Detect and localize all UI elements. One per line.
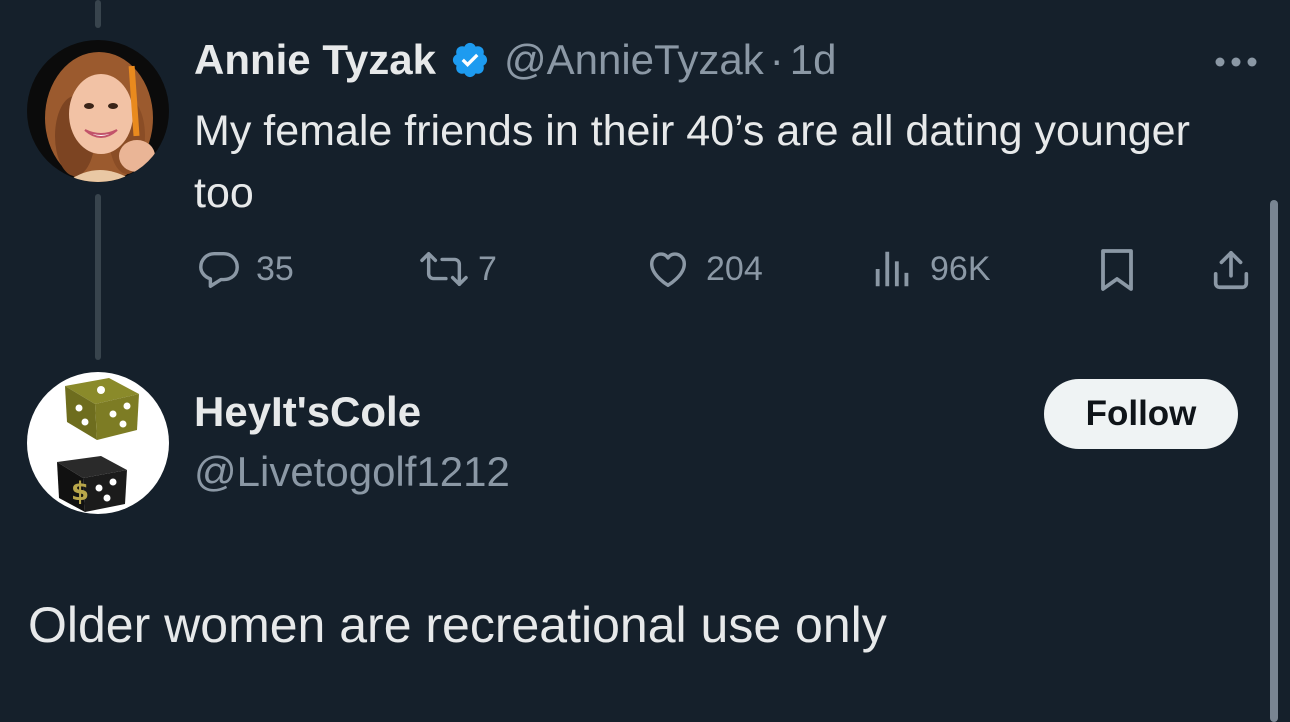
thread-line-top bbox=[95, 0, 101, 28]
reply-author-name[interactable]: HeyIt'sCole bbox=[194, 388, 421, 436]
reply-count: 35 bbox=[256, 249, 294, 288]
separator-dot: · bbox=[769, 36, 784, 83]
reply-text: Older women are recreational use only bbox=[28, 597, 887, 653]
views-button[interactable]: 96K bbox=[870, 246, 991, 292]
follow-button[interactable]: Follow bbox=[1044, 379, 1238, 449]
verified-badge-icon bbox=[450, 40, 490, 80]
retweet-count: 7 bbox=[478, 249, 497, 288]
tweet-actions: 35 7 204 96K bbox=[0, 244, 1290, 300]
heart-icon bbox=[649, 252, 687, 288]
avatar[interactable] bbox=[27, 40, 169, 182]
tweet-text: My female friends in their 40’s are all … bbox=[194, 107, 1190, 217]
views-chart-icon bbox=[875, 251, 909, 287]
reply-author-handle[interactable]: @Livetogolf1212 bbox=[194, 448, 510, 496]
author-avatar-image bbox=[27, 40, 169, 182]
tweet-age[interactable]: 1d bbox=[790, 36, 837, 84]
share-button[interactable] bbox=[1208, 246, 1268, 294]
like-button[interactable]: 204 bbox=[644, 246, 763, 292]
reply-avatar-image: $ bbox=[27, 372, 169, 514]
reply-button[interactable]: 35 bbox=[196, 246, 294, 292]
retweet-button[interactable]: 7 bbox=[418, 246, 497, 292]
tweet-header: Annie Tyzak @AnnieTyzak · 1d bbox=[194, 36, 836, 84]
bookmark-button[interactable] bbox=[1095, 246, 1153, 294]
author-name[interactable]: Annie Tyzak bbox=[194, 36, 436, 84]
avatar[interactable]: $ bbox=[27, 372, 169, 514]
retweet-icon bbox=[420, 251, 468, 287]
scrollbar[interactable] bbox=[1270, 200, 1278, 722]
views-count: 96K bbox=[930, 249, 991, 288]
author-handle[interactable]: @AnnieTyzak bbox=[504, 36, 764, 84]
reply-icon bbox=[199, 251, 239, 288]
bookmark-icon bbox=[1101, 249, 1133, 291]
more-options-icon[interactable] bbox=[1212, 48, 1260, 76]
like-count: 204 bbox=[706, 249, 763, 288]
share-icon bbox=[1213, 250, 1249, 290]
svg-text:$: $ bbox=[71, 477, 89, 507]
